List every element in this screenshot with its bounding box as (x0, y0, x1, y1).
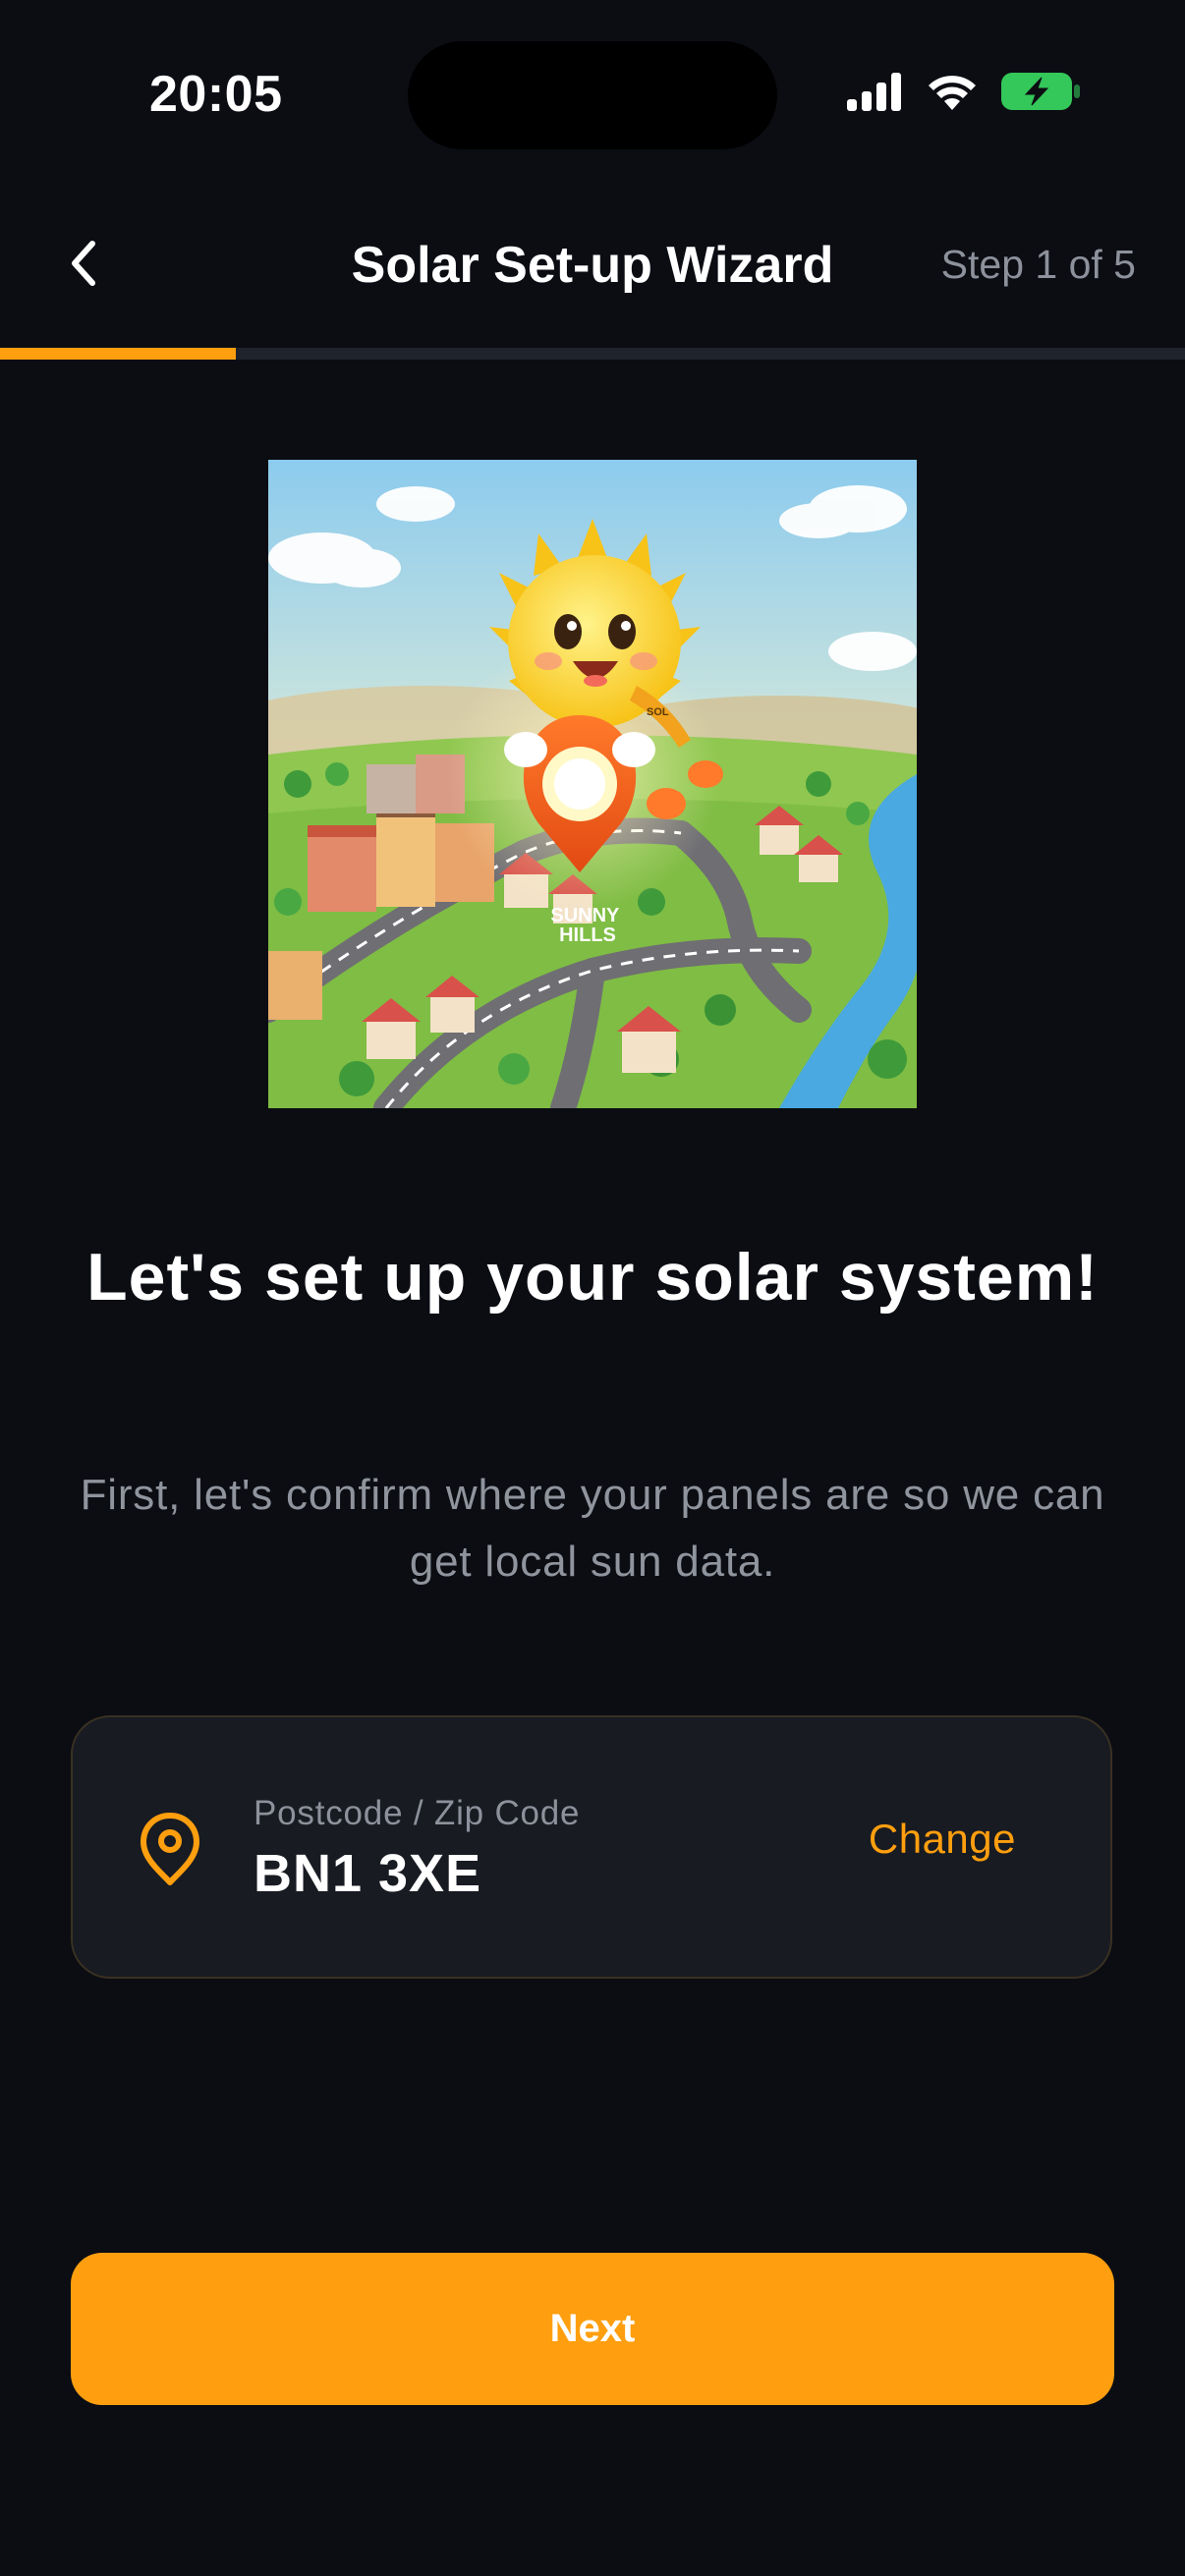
next-button[interactable]: Next (71, 2253, 1114, 2405)
postcode-label: Postcode / Zip Code (254, 1794, 581, 1832)
solar-setup-screen: 20:05 Solar Set-up Wizard Step 1 of 5 SU… (0, 0, 1185, 2576)
cellular-signal-icon (847, 73, 901, 111)
dynamic-island (408, 41, 777, 149)
postcode-value: BN1 3XE (254, 1844, 482, 1903)
progress-bar-fill (0, 348, 236, 360)
nav-bar: Solar Set-up Wizard Step 1 of 5 (0, 206, 1185, 334)
headline: Let's set up your solar system! (86, 1240, 1099, 1315)
subtext: First, let's confirm where your panels a… (80, 1471, 1105, 1586)
battery-charging-icon (1001, 73, 1080, 110)
wifi-icon (929, 76, 976, 110)
change-location-button[interactable]: Change (869, 1816, 1016, 1863)
sun-mascot-town-illustration: SUNNY HILLS SOL (268, 460, 917, 1108)
status-icons (847, 71, 1081, 112)
step-indicator: Step 1 of 5 (940, 242, 1136, 287)
location-card: Postcode / Zip Code BN1 3XE Change (71, 1715, 1112, 1979)
status-time: 20:05 (149, 66, 283, 123)
sol-sash-text: SOL (647, 706, 669, 718)
status-bar: 20:05 (0, 0, 1185, 196)
location-pin-icon (141, 1813, 199, 1885)
progress-bar (0, 348, 1185, 360)
